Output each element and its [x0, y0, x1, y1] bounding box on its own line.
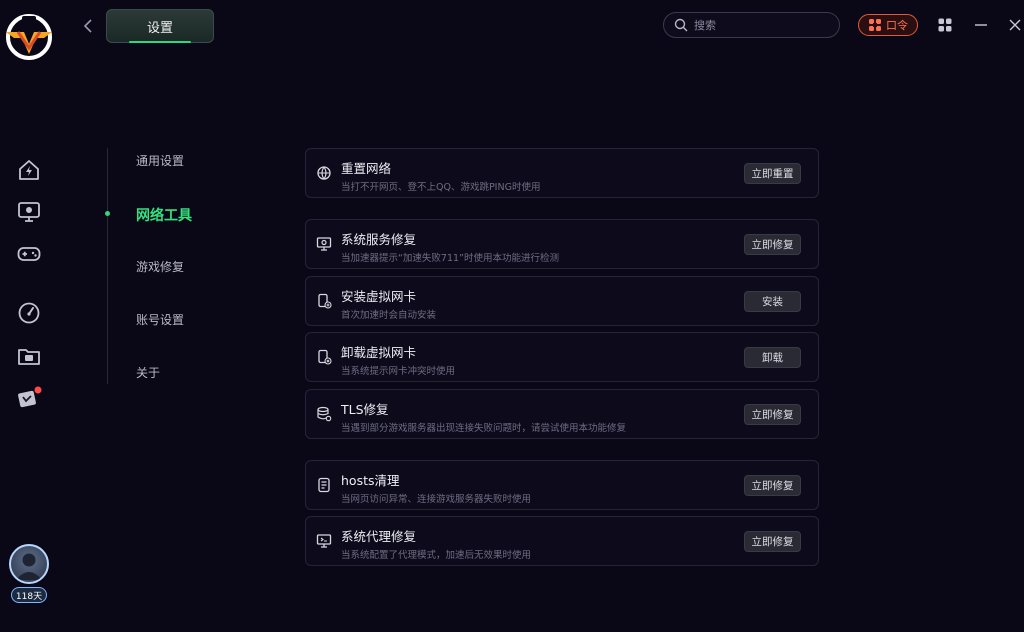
tool-desc: 当加速器提示“加速失败711”时使用本功能进行检测 — [341, 253, 559, 264]
gamepad-icon — [17, 247, 41, 261]
tool-title: TLS修复 — [341, 402, 389, 417]
tool-card-reset-network: 重置网络 当打不开网页、登不上QQ、游戏跳PING时使用 立即重置 — [305, 148, 819, 198]
menu-item-account[interactable]: 账号设置 — [136, 311, 184, 328]
tool-card-system-service: 系统服务修复 当加速器提示“加速失败711”时使用本功能进行检测 立即修复 — [305, 219, 819, 269]
menu-active-dot — [105, 211, 110, 216]
system-service-icon — [316, 237, 332, 251]
uninstall-nic-button[interactable]: 卸载 — [744, 347, 801, 368]
install-nic-button[interactable]: 安装 — [744, 291, 801, 312]
tool-card-uninstall-nic: 卸载虚拟网卡 当系统提示网卡冲突时使用 卸载 — [305, 332, 819, 382]
rail-home-button[interactable] — [16, 157, 42, 183]
rail-folder-button[interactable] — [16, 343, 42, 369]
close-button[interactable] — [1004, 14, 1024, 36]
boost-home-icon — [19, 160, 39, 180]
network-card-uninstall-icon — [318, 349, 332, 365]
tool-card-install-nic: 安装虚拟网卡 首次加速时会自动安装 安装 — [305, 276, 819, 326]
avatar[interactable] — [9, 544, 49, 584]
back-button[interactable] — [78, 14, 98, 38]
minimize-button[interactable] — [970, 14, 992, 36]
tool-desc: 首次加速时会自动安装 — [341, 310, 437, 321]
rail-card-button[interactable] — [16, 385, 42, 411]
proxy-repair-button[interactable]: 立即修复 — [744, 531, 801, 552]
tool-desc: 当系统配置了代理模式，加速后无效果时使用 — [341, 550, 532, 561]
app-logo — [4, 12, 54, 62]
tool-title: 卸载虚拟网卡 — [341, 345, 417, 360]
hosts-file-icon — [318, 477, 330, 493]
notification-dot — [34, 386, 42, 394]
minimize-icon — [975, 24, 987, 26]
tool-title: 系统服务修复 — [341, 232, 417, 247]
kouling-label: 口令 — [886, 19, 908, 32]
tool-title: hosts清理 — [341, 473, 400, 488]
tool-title: 重置网络 — [341, 161, 392, 176]
network-card-install-icon — [318, 293, 332, 309]
game-card-icon — [18, 386, 42, 408]
rail-monitor-button[interactable] — [16, 199, 42, 225]
chevron-left-icon — [83, 19, 92, 33]
vip-days-badge: 118天 — [11, 587, 47, 603]
rail-speedtest-button[interactable] — [16, 300, 42, 326]
close-icon — [1009, 19, 1021, 31]
tool-card-hosts-clean: hosts清理 当网页访问异常、连接游戏服务器失败时使用 立即修复 — [305, 460, 819, 510]
user-silhouette-icon — [16, 553, 42, 580]
menu-item-about[interactable]: 关于 — [136, 364, 160, 381]
menu-item-network-tools[interactable]: 网络工具 — [136, 205, 192, 225]
page-title: 设置 — [146, 20, 173, 36]
tool-card-tls-repair: TLS修复 当遇到部分游戏服务器出现连接失败问题时，请尝试使用本功能修复 立即修… — [305, 389, 819, 439]
menu-item-game-repair[interactable]: 游戏修复 — [136, 258, 184, 275]
tool-desc: 当遇到部分游戏服务器出现连接失败问题时，请尝试使用本功能修复 — [341, 423, 627, 434]
search-box[interactable] — [663, 12, 840, 38]
menu-divider — [107, 148, 108, 384]
tool-title: 系统代理修复 — [341, 529, 417, 544]
hosts-clean-button[interactable]: 立即修复 — [744, 475, 801, 496]
grid-icon — [938, 18, 952, 32]
tool-card-proxy-repair: 系统代理修复 当系统配置了代理模式，加速后无效果时使用 立即修复 — [305, 516, 819, 566]
proxy-monitor-icon — [316, 534, 332, 548]
menu-item-general[interactable]: 通用设置 — [136, 152, 184, 169]
tool-title: 安装虚拟网卡 — [341, 289, 417, 304]
tls-repair-button[interactable]: 立即修复 — [744, 404, 801, 425]
tool-desc: 当打不开网页、登不上QQ、游戏跳PING时使用 — [341, 182, 541, 193]
user-avatar-area[interactable]: 118天 — [4, 544, 54, 604]
kouling-icon — [869, 19, 881, 31]
tool-desc: 当网页访问异常、连接游戏服务器失败时使用 — [341, 494, 532, 505]
monitor-icon — [18, 202, 40, 222]
kouling-button[interactable]: 口令 — [858, 14, 918, 36]
speedometer-icon — [18, 302, 40, 324]
search-input[interactable] — [694, 18, 824, 32]
page-title-tab[interactable]: 设置 — [106, 9, 214, 43]
globe-reset-icon — [317, 166, 331, 180]
system-service-repair-button[interactable]: 立即修复 — [744, 234, 801, 255]
apps-grid-button[interactable] — [934, 14, 956, 36]
database-gear-icon — [317, 406, 332, 422]
tool-desc: 当系统提示网卡冲突时使用 — [341, 366, 456, 377]
search-icon — [674, 18, 688, 32]
folder-icon — [18, 349, 40, 365]
reset-network-button[interactable]: 立即重置 — [744, 163, 801, 184]
rail-game-button[interactable] — [16, 241, 42, 267]
